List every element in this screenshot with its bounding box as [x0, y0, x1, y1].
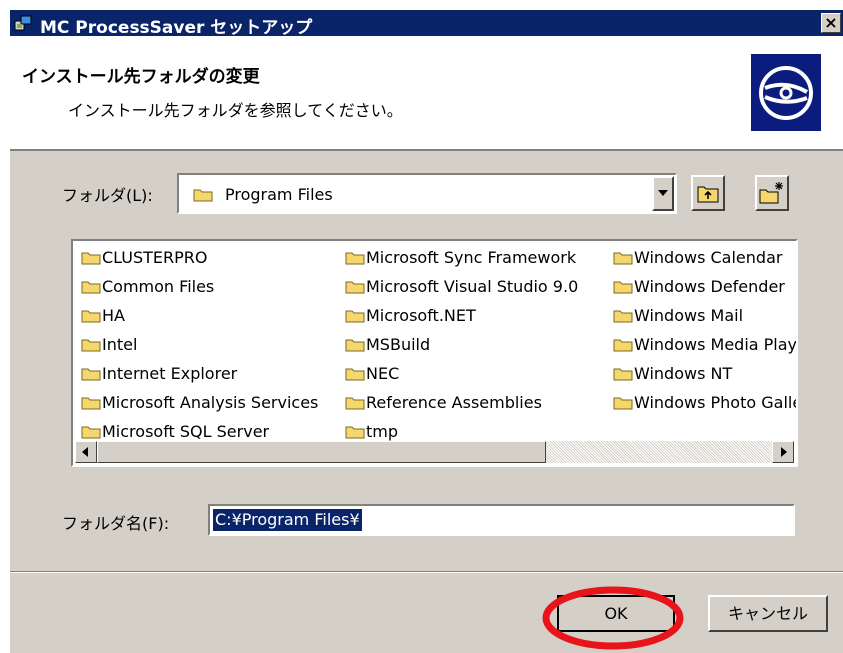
title-bar: MC ProcessSaver セットアップ ×: [10, 10, 843, 38]
dialog-header: インストール先フォルダの変更 インストール先フォルダを参照してください。: [10, 36, 843, 151]
folder-list-item[interactable]: Internet Explorer: [81, 359, 318, 388]
folder-item-label: Windows Media Player: [634, 335, 798, 354]
folder-icon: [345, 368, 365, 380]
folder-icon: [613, 310, 633, 322]
folder-icon: [613, 281, 633, 293]
folder-item-label: Windows NT: [634, 364, 733, 383]
header-title: インストール先フォルダの変更: [22, 67, 260, 87]
folder-list-item[interactable]: Microsoft Sync Framework: [345, 243, 578, 272]
folder-item-label: Windows Calendar: [634, 248, 783, 267]
ok-button-label: OK: [604, 604, 628, 623]
folder-column-3: Windows Calendar Windows Defender Windows …: [613, 243, 798, 417]
folder-icon: [193, 189, 213, 202]
folder-list-item[interactable]: Microsoft Visual Studio 9.0: [345, 272, 578, 301]
folder-icon: [345, 397, 365, 409]
header-subtitle: インストール先フォルダを参照してください。: [68, 101, 403, 120]
chevron-down-icon: [658, 190, 668, 196]
cancel-button-label: キャンセル: [727, 604, 808, 623]
folder-item-label: Microsoft SQL Server: [102, 422, 270, 441]
folder-icon: [613, 252, 633, 264]
folder-item-label: Intel: [102, 335, 138, 354]
folder-item-label: Microsoft Analysis Services: [102, 393, 319, 412]
folder-list-item[interactable]: Windows Defender: [613, 272, 796, 301]
folder-item-label: Microsoft.NET: [366, 306, 476, 325]
folder-icon: [345, 426, 365, 438]
folder-list-item[interactable]: Windows Mail: [613, 301, 796, 330]
folder-list-item[interactable]: Microsoft Analysis Services: [81, 388, 318, 417]
new-folder-button[interactable]: [755, 175, 789, 211]
folder-item-label: MSBuild: [366, 335, 431, 354]
folder-combobox[interactable]: Program Files: [177, 173, 677, 214]
folder-select-value: Program Files: [225, 185, 333, 204]
setup-dialog: MC ProcessSaver セットアップ × インストール先フォルダの変更 …: [8, 8, 843, 653]
folder-list-item[interactable]: Reference Assemblies: [345, 388, 578, 417]
folder-item-label: Internet Explorer: [102, 364, 238, 383]
folder-icon: [613, 339, 633, 351]
folder-item-label: Windows Photo Gallery: [634, 393, 796, 412]
folder-icon: [81, 339, 101, 351]
folder-column-1: CLUSTERPRO Common Files HA Intel Internet Ex…: [81, 243, 318, 446]
folder-list-item[interactable]: Windows Calendar: [613, 243, 796, 272]
folder-select-label: フォルダ(L):: [62, 186, 153, 205]
folder-icon: [345, 252, 365, 264]
folder-icon: [345, 339, 365, 351]
folder-icon: [613, 397, 633, 409]
close-button[interactable]: ×: [821, 13, 841, 33]
folder-icon: [81, 397, 101, 409]
folder-list-item[interactable]: CLUSTERPRO: [81, 243, 318, 272]
folder-icon: [81, 281, 101, 293]
folder-name-value: C:¥Program Files¥: [213, 509, 362, 531]
folder-item-label: HA: [102, 306, 125, 325]
folder-item-label: Reference Assemblies: [366, 393, 542, 412]
ok-button[interactable]: OK: [557, 595, 675, 632]
scroll-left-button[interactable]: [75, 441, 97, 463]
arrow-right-icon: [781, 447, 787, 457]
folder-list-item[interactable]: Common Files: [81, 272, 318, 301]
folder-item-label: Microsoft Visual Studio 9.0: [366, 277, 579, 296]
folder-item-label: Windows Mail: [634, 306, 744, 325]
folder-icon: [345, 281, 365, 293]
folder-item-label: Common Files: [102, 277, 215, 296]
arrow-left-icon: [82, 447, 88, 457]
cd-disc-icon: [751, 54, 821, 131]
folder-icon: [345, 310, 365, 322]
folder-item-label: NEC: [366, 364, 400, 383]
folder-icon: [81, 368, 101, 380]
folder-icon: [81, 252, 101, 264]
installer-icon: [14, 15, 32, 31]
combobox-dropdown-button[interactable]: [652, 176, 674, 211]
folder-list-item[interactable]: NEC: [345, 359, 578, 388]
up-one-level-button[interactable]: [691, 175, 725, 211]
scroll-right-button[interactable]: [772, 441, 794, 463]
horizontal-scrollbar[interactable]: [75, 441, 794, 463]
folder-item-label: Windows Defender: [634, 277, 785, 296]
close-icon: ×: [824, 13, 838, 32]
folder-list-item[interactable]: Windows Media Player: [613, 330, 798, 359]
cancel-button[interactable]: キャンセル: [708, 595, 828, 632]
folder-icon: [81, 426, 101, 438]
new-folder-icon: [759, 182, 783, 204]
folder-list-item[interactable]: HA: [81, 301, 318, 330]
folder-icon: [81, 310, 101, 322]
folder-list-item[interactable]: MSBuild: [345, 330, 578, 359]
folder-list-item[interactable]: Windows Photo Gallery: [613, 388, 796, 417]
folder-list-item[interactable]: Microsoft.NET: [345, 301, 578, 330]
folder-name-input[interactable]: C:¥Program Files¥: [208, 504, 795, 536]
folder-item-label: Microsoft Sync Framework: [366, 248, 577, 267]
window-title: MC ProcessSaver セットアップ: [40, 18, 313, 38]
folder-list-item[interactable]: Windows NT: [613, 359, 796, 388]
folder-list-item[interactable]: Intel: [81, 330, 318, 359]
folder-item-label: CLUSTERPRO: [102, 248, 208, 267]
folder-name-label: フォルダ名(F):: [62, 514, 170, 533]
scrollbar-thumb[interactable]: [97, 441, 546, 463]
folder-column-2: Microsoft Sync Framework Microsoft Visual…: [345, 243, 578, 446]
footer-divider: [10, 571, 843, 573]
folder-listbox[interactable]: CLUSTERPRO Common Files HA Intel Internet Ex…: [71, 239, 798, 467]
folder-item-label: tmp: [366, 422, 399, 441]
folder-up-icon: [697, 186, 719, 203]
folder-icon: [613, 368, 633, 380]
